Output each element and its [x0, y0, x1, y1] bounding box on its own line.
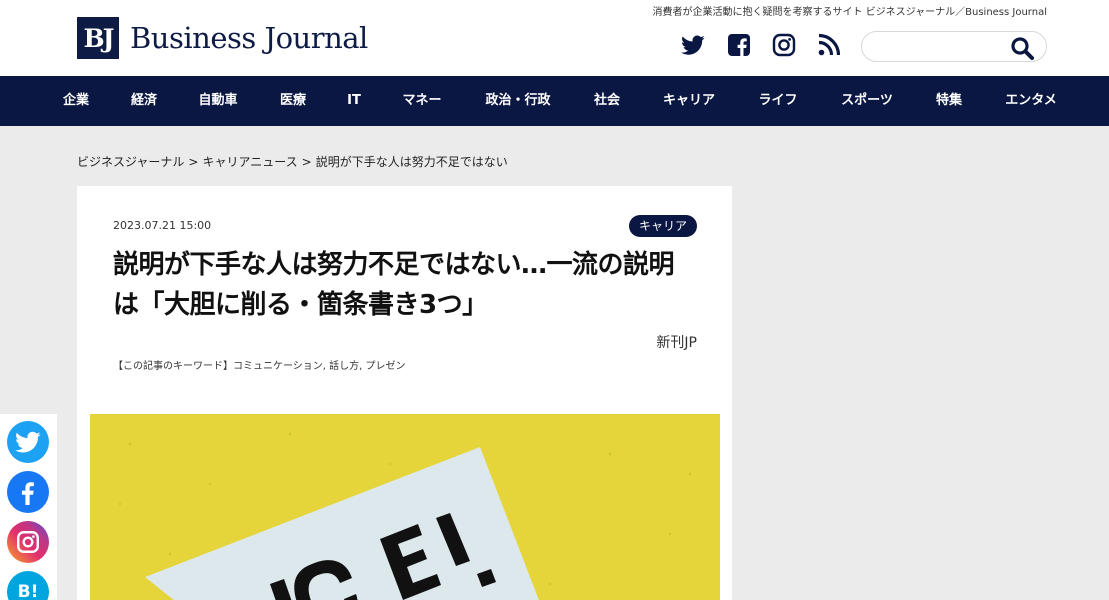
- facebook-icon[interactable]: [726, 32, 752, 58]
- nav-item-entame[interactable]: エンタメ: [1005, 76, 1057, 126]
- logo-text: Business Journal: [130, 21, 368, 55]
- hero-photo: [90, 414, 720, 600]
- site-logo[interactable]: BJ Business Journal: [77, 17, 368, 59]
- share-rail: B!: [0, 414, 57, 600]
- site-tagline: 消費者が企業活動に抱く疑問を考察するサイト ビジネスジャーナル／Business…: [652, 7, 1047, 18]
- nav-item-iryo[interactable]: 医療: [280, 76, 306, 126]
- search-icon[interactable]: [1010, 36, 1034, 60]
- main-nav: 企業 経済 自動車 医療 IT マネー 政治・行政 社会 キャリア ライフ スポ…: [0, 76, 1109, 126]
- breadcrumb-separator: >: [301, 155, 312, 169]
- breadcrumb: ビジネスジャーナル > キャリアニュース > 説明が下手な人は努力不足ではない: [77, 153, 512, 170]
- search-box: [861, 31, 1047, 62]
- article-keywords: 【この記事のキーワード】コミュニケーション, 話し方, プレゼン: [113, 361, 406, 372]
- nav-item-keizai[interactable]: 経済: [131, 76, 157, 126]
- instagram-icon[interactable]: [771, 32, 797, 58]
- nav-item-it[interactable]: IT: [347, 76, 361, 126]
- nav-item-tokushu[interactable]: 特集: [936, 76, 962, 126]
- search-input[interactable]: [874, 37, 1004, 57]
- rss-icon[interactable]: [816, 32, 842, 58]
- twitter-share-icon[interactable]: [7, 421, 49, 463]
- breadcrumb-category[interactable]: キャリアニュース: [202, 155, 297, 169]
- breadcrumb-current: 説明が下手な人は努力不足ではない: [315, 155, 508, 169]
- nav-item-jidosha[interactable]: 自動車: [198, 76, 237, 126]
- logo-mark: BJ: [77, 17, 119, 59]
- publish-date: 2023.07.21 15:00: [113, 219, 212, 232]
- nav-item-seiji[interactable]: 政治・行政: [485, 76, 550, 126]
- nav-item-money[interactable]: マネー: [402, 76, 441, 126]
- site-header: 消費者が企業活動に抱く疑問を考察するサイト ビジネスジャーナル／Business…: [0, 0, 1109, 76]
- hero-image: [90, 414, 720, 600]
- category-badge[interactable]: キャリア: [629, 215, 698, 237]
- nav-item-career[interactable]: キャリア: [663, 76, 715, 126]
- nav-item-sports[interactable]: スポーツ: [841, 76, 893, 126]
- facebook-share-icon[interactable]: [7, 471, 49, 513]
- hatena-bookmark-icon[interactable]: B!: [7, 571, 49, 600]
- breadcrumb-home[interactable]: ビジネスジャーナル: [77, 155, 184, 169]
- nav-item-shakai[interactable]: 社会: [594, 76, 620, 126]
- nav-item-kigyo[interactable]: 企業: [63, 76, 89, 126]
- nav-item-life[interactable]: ライフ: [758, 76, 797, 126]
- article-title: 説明が下手な人は努力不足ではない…一流の説明は「大胆に削る・箇条書き3つ」: [113, 250, 675, 320]
- article-author[interactable]: 新刊JP: [656, 332, 697, 352]
- article-card: 2023.07.21 15:00 キャリア 説明が下手な人は努力不足ではない…一…: [77, 186, 732, 600]
- breadcrumb-separator: >: [188, 155, 199, 169]
- twitter-icon[interactable]: [680, 32, 706, 58]
- instagram-share-icon[interactable]: [7, 521, 49, 563]
